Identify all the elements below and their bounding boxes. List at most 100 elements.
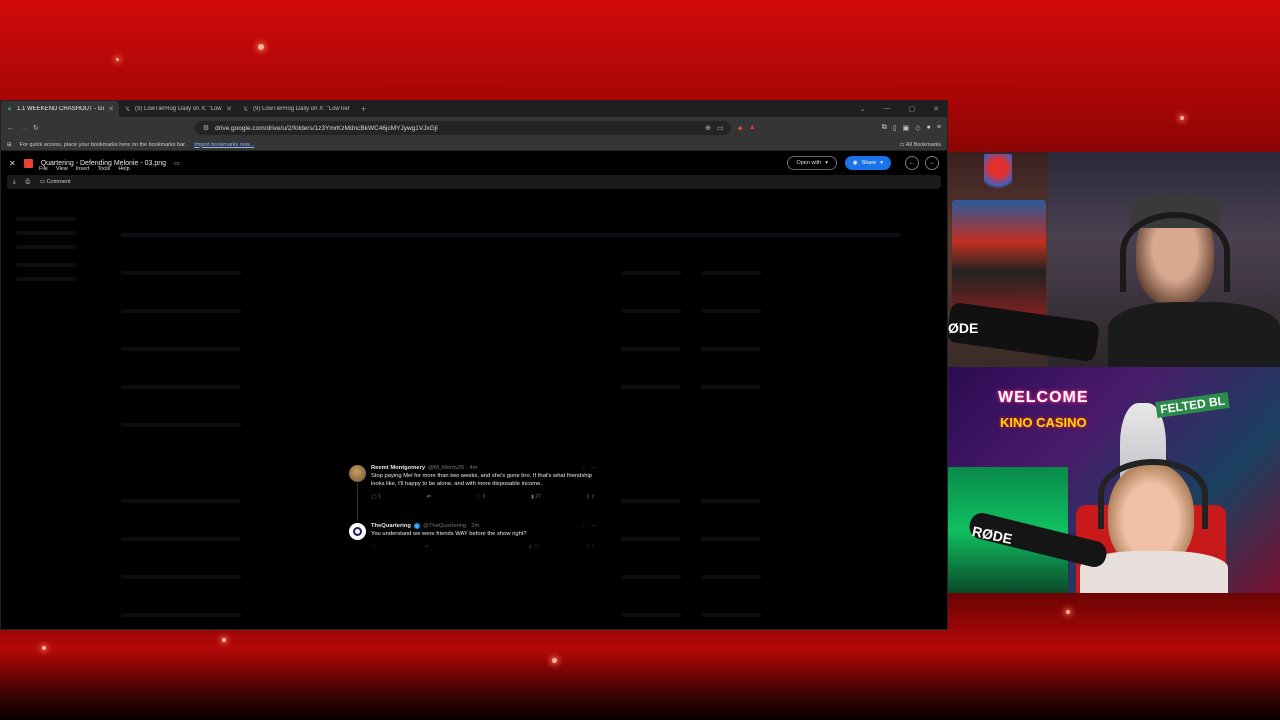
open-with-button[interactable]: Open with ▾	[787, 156, 837, 170]
ember-particle	[116, 58, 119, 61]
dimmed-drive-background	[121, 385, 921, 391]
profile-icon[interactable]: ●	[927, 124, 931, 132]
author-handle: @TheQuartering · 2m	[422, 523, 480, 529]
new-tab-button[interactable]: +	[361, 104, 366, 114]
tweet-text: Stop paying Mel for more than two weeks,…	[371, 473, 593, 487]
tab-x-post[interactable]: 𝕏 (9) LowTierRog Daily on X: "LowTierG ✕	[119, 101, 237, 117]
comment-button[interactable]: ▭ Comment	[40, 179, 71, 185]
zoom-icon[interactable]: ⊕	[705, 124, 711, 132]
import-bookmarks-link[interactable]: Import bookmarks now...	[194, 142, 254, 148]
download-icon[interactable]: ⤓	[13, 179, 15, 186]
retweet-icon: ⇄	[424, 543, 429, 550]
like-stat: ♡ 3	[476, 493, 486, 500]
address-toolbar: ← → ↻ ⚙ drive.google.com/drive/u/2/folde…	[1, 117, 947, 139]
bookmark-icon: ▯ ⇪	[586, 493, 595, 500]
tweet-body: TheQuartering ✓ @TheQuartering · 2m ◌ ··…	[371, 523, 597, 550]
drive-preview-header: ✕ Quartering - Defending Melonie - 03.pn…	[1, 151, 947, 175]
tweet: TheQuartering ✓ @TheQuartering · 2m ◌ ··…	[349, 519, 597, 559]
bookmark-icon: ▯ ⇪	[586, 543, 595, 550]
cast-icon[interactable]: ▭	[717, 124, 724, 132]
window-controls: ⌄ — ▢ ✕	[860, 105, 947, 113]
avatar	[349, 465, 366, 482]
image-file-icon	[23, 158, 33, 168]
vpn-icon[interactable]: ◇	[915, 124, 920, 132]
close-icon[interactable]: ✕	[933, 105, 939, 113]
person-body	[1108, 302, 1280, 367]
chevron-down-icon: ▾	[880, 160, 883, 166]
all-bookmarks-button[interactable]: ▭ All Bookmarks	[899, 142, 941, 148]
menu-icon[interactable]: ≡	[937, 124, 941, 132]
more-icon: ···	[591, 523, 597, 529]
dimmed-drive-background	[121, 271, 921, 277]
reply-icon: ◯	[371, 493, 377, 500]
menu-view[interactable]: View	[56, 166, 68, 172]
reply-icon: ◯	[371, 543, 377, 550]
ember-particle	[222, 638, 226, 642]
apps-grid-icon[interactable]: ⊞	[7, 142, 12, 148]
verified-badge-icon: ✓	[413, 523, 420, 529]
tweet-header: Reemt Montgomery @M_Monty26 · 4m	[371, 465, 597, 471]
close-tab-icon[interactable]: ✕	[108, 105, 114, 113]
ember-particle	[552, 658, 557, 663]
extensions-area: ◈ ▲ ⧉ ▯ ▣ ◇ ● ≡	[737, 124, 941, 132]
omnibox[interactable]: ⚙ drive.google.com/drive/u/2/folders/1z3…	[194, 121, 732, 135]
avatar	[349, 523, 366, 540]
dimmed-drive-background	[16, 277, 76, 281]
rename-icon[interactable]: ▭	[174, 160, 180, 167]
author-handle: @M_Monty26 · 4m	[428, 465, 478, 471]
chevron-down-icon: ▾	[825, 160, 828, 166]
wallet-icon[interactable]: ▣	[903, 124, 910, 132]
tweet: Reemt Montgomery @M_Monty26 · 4m ◌ ··· S…	[349, 461, 597, 521]
heart-icon: ♡	[476, 543, 482, 550]
tab-strip: ▲ 1.1 WEEKEND CRASHOUT - Goo ✕ 𝕏 (9) Low…	[1, 101, 947, 117]
dimmed-drive-background	[16, 263, 76, 267]
site-info-icon[interactable]: ⚙	[203, 124, 209, 132]
bar-chart-icon: ▮	[529, 543, 532, 550]
tweet-top-actions: ◌ ···	[581, 465, 597, 471]
more-icon: ···	[591, 465, 597, 471]
back-icon[interactable]: ←	[7, 125, 14, 132]
dimmed-drive-background	[121, 575, 921, 581]
mario-figure	[984, 154, 1012, 194]
dimmed-drive-background	[16, 217, 76, 221]
image-viewer: Reemt Montgomery @M_Monty26 · 4m ◌ ··· S…	[1, 203, 947, 629]
forward-icon[interactable]: →	[20, 125, 27, 132]
grok-icon: ◌	[581, 523, 585, 529]
menu-file[interactable]: File	[39, 166, 48, 172]
share-button[interactable]: ◉ Share ▾	[844, 156, 891, 170]
rewards-icon[interactable]: ▲	[749, 124, 756, 132]
arcade-cabinet	[952, 200, 1046, 320]
browser-window: ▲ 1.1 WEEKEND CRASHOUT - Goo ✕ 𝕏 (9) Low…	[0, 100, 948, 630]
retweet-icon: ⇄	[426, 493, 431, 500]
sidebar-icon[interactable]: ▯	[893, 124, 897, 132]
menu-help[interactable]: Help	[118, 166, 129, 172]
maximize-icon[interactable]: ▢	[909, 105, 916, 113]
author-name: TheQuartering	[371, 523, 411, 529]
reload-icon[interactable]: ↻	[33, 124, 39, 132]
url-text[interactable]: drive.google.com/drive/u/2/folders/1z3Ym…	[215, 125, 699, 132]
chevron-down-icon[interactable]: ⌄	[860, 105, 866, 113]
previous-file-button[interactable]: ←	[905, 156, 919, 170]
tab-google-drive[interactable]: ▲ 1.1 WEEKEND CRASHOUT - Goo ✕	[1, 101, 119, 117]
thread-line	[357, 483, 358, 521]
author-name: Reemt Montgomery	[371, 465, 426, 471]
menu-tools[interactable]: Tools	[97, 166, 110, 172]
next-file-button[interactable]: →	[925, 156, 939, 170]
globe-icon: ◉	[852, 160, 858, 166]
print-icon[interactable]: ⎙	[25, 179, 29, 186]
minimize-icon[interactable]: —	[884, 105, 891, 113]
tab-x-post[interactable]: 𝕏 (9) LowTierRog Daily on X: "LowTierG	[237, 101, 355, 117]
tweet-text: You understand we were friends WAY befor…	[371, 531, 527, 537]
tweet-top-actions: ◌ ···	[581, 523, 597, 529]
dimmed-drive-background	[16, 245, 76, 249]
close-icon[interactable]: ✕	[9, 159, 16, 168]
views-stat: ▮ 27	[531, 493, 541, 500]
close-tab-icon[interactable]: ✕	[226, 105, 232, 113]
welcome-sign: WELCOME	[998, 389, 1089, 406]
extensions-icon[interactable]: ⧉	[882, 124, 887, 132]
menu-insert[interactable]: Insert	[76, 166, 90, 172]
dimmed-drive-background	[121, 347, 921, 353]
ember-particle	[258, 44, 264, 50]
brave-shield-icon[interactable]: ◈	[737, 124, 742, 132]
tweet-actions: ◯ 1 ⇄ ♡ 3 ▮ 27 ▯ ⇪	[371, 494, 597, 500]
